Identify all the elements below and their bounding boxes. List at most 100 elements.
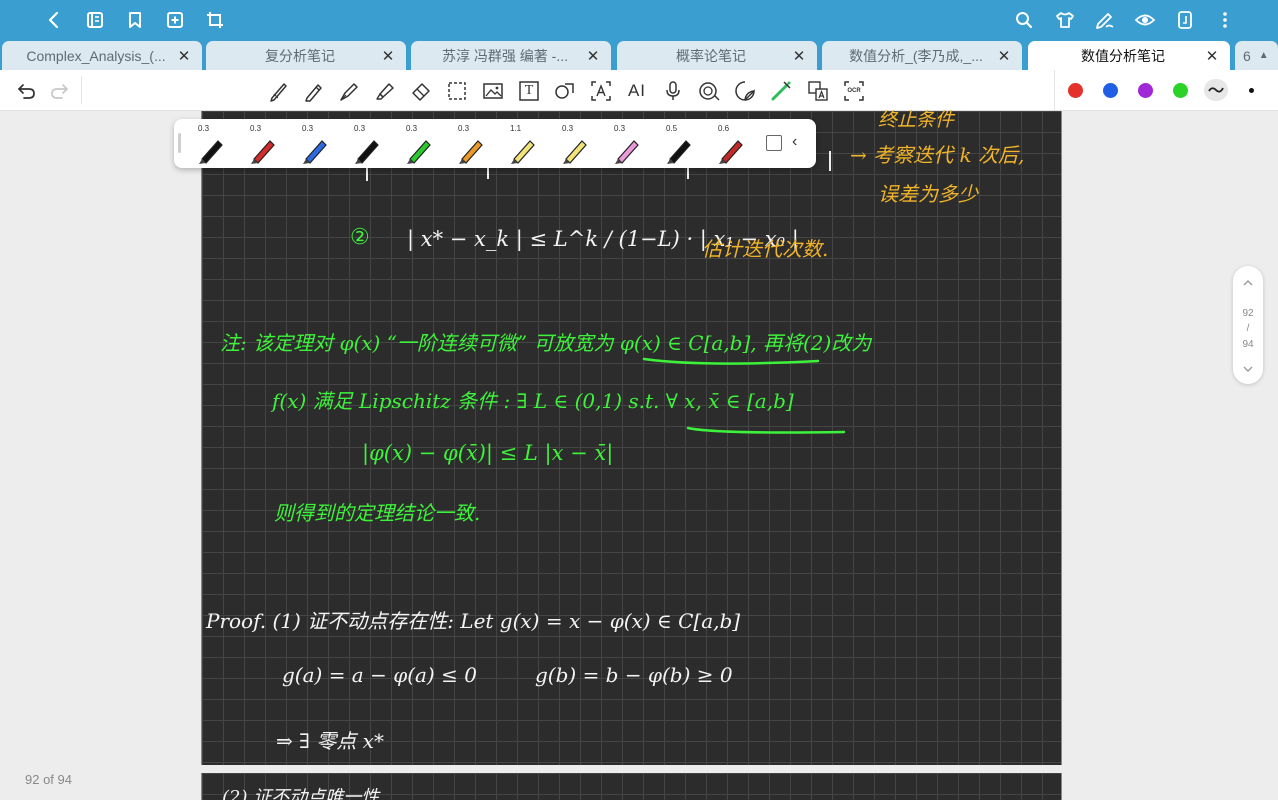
- next-page-line: (2) 证不动点唯一性: [222, 787, 380, 800]
- back-icon[interactable]: [43, 9, 65, 31]
- stroke-size-dot[interactable]: [1249, 88, 1254, 93]
- bookmark-icon[interactable]: [124, 9, 146, 31]
- sticker-icon[interactable]: [733, 79, 757, 103]
- page-scroll-indicator[interactable]: 92 / 94: [1233, 266, 1263, 384]
- shape-icon[interactable]: [553, 79, 577, 103]
- note-line-3: |φ(x) − φ(x̄)| ≤ L |x − x̄|: [362, 441, 614, 465]
- chevron-left-icon[interactable]: ‹: [792, 133, 797, 151]
- pen-icon: [667, 140, 691, 164]
- pen-preset-2[interactable]: 0.3: [236, 119, 286, 168]
- tab-numerical-analysis-book[interactable]: 数值分析_(李乃成,_... ✕: [822, 41, 1022, 70]
- pen-preset-9[interactable]: 0.3: [600, 119, 650, 168]
- ai-label: AI: [627, 81, 647, 100]
- pen-icon: [615, 140, 639, 164]
- highlighter-icon[interactable]: [373, 79, 397, 103]
- item2-note: 估计迭代次数.: [702, 237, 829, 261]
- text-recognition-icon[interactable]: [589, 79, 613, 103]
- microphone-icon[interactable]: [661, 79, 685, 103]
- pen-icon: [511, 140, 535, 164]
- proof-line-2b: g(b) = b − φ(b) ≥ 0: [535, 663, 733, 687]
- pen-width-label: 0.3: [198, 124, 210, 133]
- pen-width-label: 0.3: [250, 124, 262, 133]
- pen-preset-8[interactable]: 0.3: [548, 119, 598, 168]
- image-icon[interactable]: [481, 79, 505, 103]
- pen-preset-6[interactable]: 0.3: [444, 119, 494, 168]
- ocr-icon[interactable]: OCR: [842, 79, 866, 103]
- drawing-toolbar: T AI OCR: [0, 70, 1278, 111]
- notebook-icon[interactable]: [84, 9, 106, 31]
- pen-preset-10[interactable]: 0.5: [652, 119, 702, 168]
- audio-record-icon[interactable]: [697, 79, 721, 103]
- pen-preset-3[interactable]: 0.3: [288, 119, 338, 168]
- color-swatch-red[interactable]: [1068, 83, 1083, 98]
- more-vert-icon[interactable]: [1214, 9, 1236, 31]
- chevron-up-icon[interactable]: [1233, 278, 1263, 289]
- tab-label: 概率论笔记: [676, 47, 746, 64]
- redo-icon[interactable]: [47, 79, 71, 103]
- tab-probability-book[interactable]: 苏淳 冯群强 编著 -... ✕: [411, 41, 611, 70]
- search-icon[interactable]: [1013, 9, 1035, 31]
- tab-label: 数值分析_(李乃成,_...: [849, 47, 983, 64]
- pen-preset-11[interactable]: 0.6: [704, 119, 754, 168]
- stroke-style-icon[interactable]: [1204, 79, 1228, 101]
- tab-bar: Complex_Analysis_(... ✕ 复分析笔记 ✕ 苏淳 冯群强 编…: [0, 40, 1278, 70]
- next-note-page[interactable]: (2) 证不动点唯一性: [201, 773, 1062, 800]
- note-page[interactable]: 终止条件 → 考察迭代 k 次后, 误差为多少 ② | x* − x_k | ≤…: [201, 109, 1062, 765]
- laser-pointer-icon[interactable]: [769, 79, 793, 103]
- toolbar-divider: [1054, 70, 1055, 110]
- tab-label: 苏淳 冯群强 编著 -...: [442, 47, 568, 64]
- close-icon[interactable]: ✕: [176, 47, 192, 65]
- pen-preset-7[interactable]: 1.1: [496, 119, 546, 168]
- page-separator: /: [1246, 323, 1250, 334]
- pen-icon[interactable]: [302, 79, 326, 103]
- crop-icon[interactable]: [204, 9, 226, 31]
- pen-preset-5[interactable]: 0.3: [392, 119, 442, 168]
- translate-icon[interactable]: [806, 79, 830, 103]
- proof-line-3: ⇒ ∃ 零点 x*: [276, 729, 384, 753]
- eye-icon[interactable]: [1134, 9, 1156, 31]
- tab-overflow[interactable]: 6 ▲: [1235, 41, 1278, 70]
- lasso-select-icon[interactable]: [445, 79, 469, 103]
- pen-icon: [459, 140, 483, 164]
- fountain-pen-icon[interactable]: [337, 79, 361, 103]
- add-page-icon[interactable]: [164, 9, 186, 31]
- chevron-down-icon[interactable]: [1233, 365, 1263, 376]
- color-swatch-green[interactable]: [1173, 83, 1188, 98]
- eraser-icon[interactable]: [409, 79, 433, 103]
- text-box-icon[interactable]: T: [517, 79, 541, 103]
- ai-icon[interactable]: AI: [625, 79, 649, 103]
- color-swatch-purple[interactable]: [1138, 83, 1153, 98]
- pen-preset-4[interactable]: 0.3: [340, 119, 390, 168]
- tab-complex-analysis[interactable]: Complex_Analysis_(... ✕: [2, 41, 202, 70]
- shirt-icon[interactable]: [1054, 9, 1076, 31]
- tab-probability-notes[interactable]: 概率论笔记 ✕: [617, 41, 817, 70]
- tablet-icon[interactable]: [1174, 9, 1196, 31]
- tab-complex-notes[interactable]: 复分析笔记 ✕: [206, 41, 406, 70]
- canvas-area[interactable]: 终止条件 → 考察迭代 k 次后, 误差为多少 ② | x* − x_k | ≤…: [0, 109, 1278, 800]
- green-underline-1: [642, 357, 820, 365]
- toolbar-divider: [81, 76, 82, 104]
- close-icon[interactable]: ✕: [996, 47, 1012, 65]
- pen-presets-menu-icon[interactable]: [766, 135, 782, 151]
- close-icon[interactable]: ✕: [585, 47, 601, 65]
- top-toolbar: [0, 0, 1278, 40]
- pencil-icon[interactable]: [267, 79, 291, 103]
- undo-icon[interactable]: [15, 79, 39, 103]
- pen-icon: [719, 140, 743, 164]
- pen-icon: [407, 140, 431, 164]
- tab-numerical-analysis-notes[interactable]: 数值分析笔记 ✕: [1028, 41, 1230, 70]
- drag-handle[interactable]: [178, 133, 181, 153]
- close-icon[interactable]: ✕: [1204, 47, 1220, 65]
- pen-icon: [355, 140, 379, 164]
- tab-label: 数值分析笔记: [1081, 47, 1165, 64]
- note-orange-termination: 终止条件: [878, 109, 955, 131]
- color-swatch-blue[interactable]: [1103, 83, 1118, 98]
- pen-width-label: 0.5: [666, 124, 678, 133]
- close-icon[interactable]: ✕: [791, 47, 807, 65]
- pen-mode-icon[interactable]: [1094, 9, 1116, 31]
- note-line-2: f(x) 满足 Lipschitz 条件 : ∃ L ∈ (0,1) s.t. …: [272, 389, 794, 413]
- pen-preset-1[interactable]: 0.3: [184, 119, 234, 168]
- pen-width-label: 0.3: [458, 124, 470, 133]
- proof-line-2a: g(a) = a − φ(a) ≤ 0: [282, 663, 477, 687]
- close-icon[interactable]: ✕: [380, 47, 396, 65]
